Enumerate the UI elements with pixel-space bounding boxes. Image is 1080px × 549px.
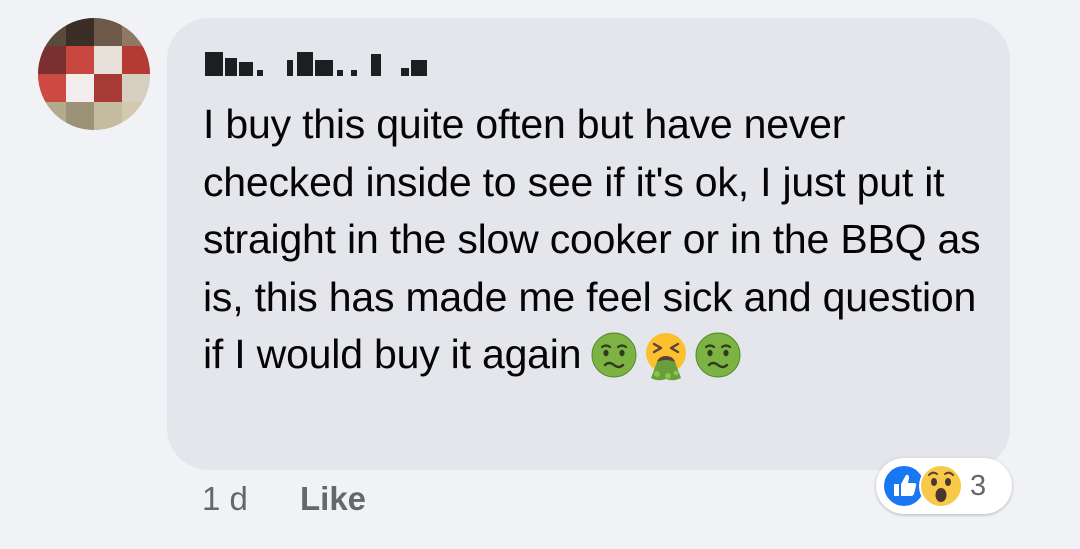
comment-bubble: I buy this quite often but have never ch… xyxy=(167,18,1010,470)
reaction-count: 3 xyxy=(970,469,987,502)
pixelated-avatar-image xyxy=(38,18,150,130)
comment-timestamp[interactable]: 1 d xyxy=(202,480,248,518)
comment-text: I buy this quite often but have never ch… xyxy=(203,96,993,384)
like-button[interactable]: Like xyxy=(300,480,366,518)
wow-reaction-icon xyxy=(919,464,963,508)
nauseated-face-icon xyxy=(695,332,741,378)
nauseated-face-icon xyxy=(591,332,637,378)
avatar[interactable] xyxy=(38,18,150,130)
author-name[interactable] xyxy=(205,46,505,80)
face-vomiting-icon xyxy=(646,333,687,381)
reaction-summary[interactable]: 3 xyxy=(876,458,1012,514)
redacted-name-blocks xyxy=(205,52,427,76)
emoji-group xyxy=(591,332,741,382)
